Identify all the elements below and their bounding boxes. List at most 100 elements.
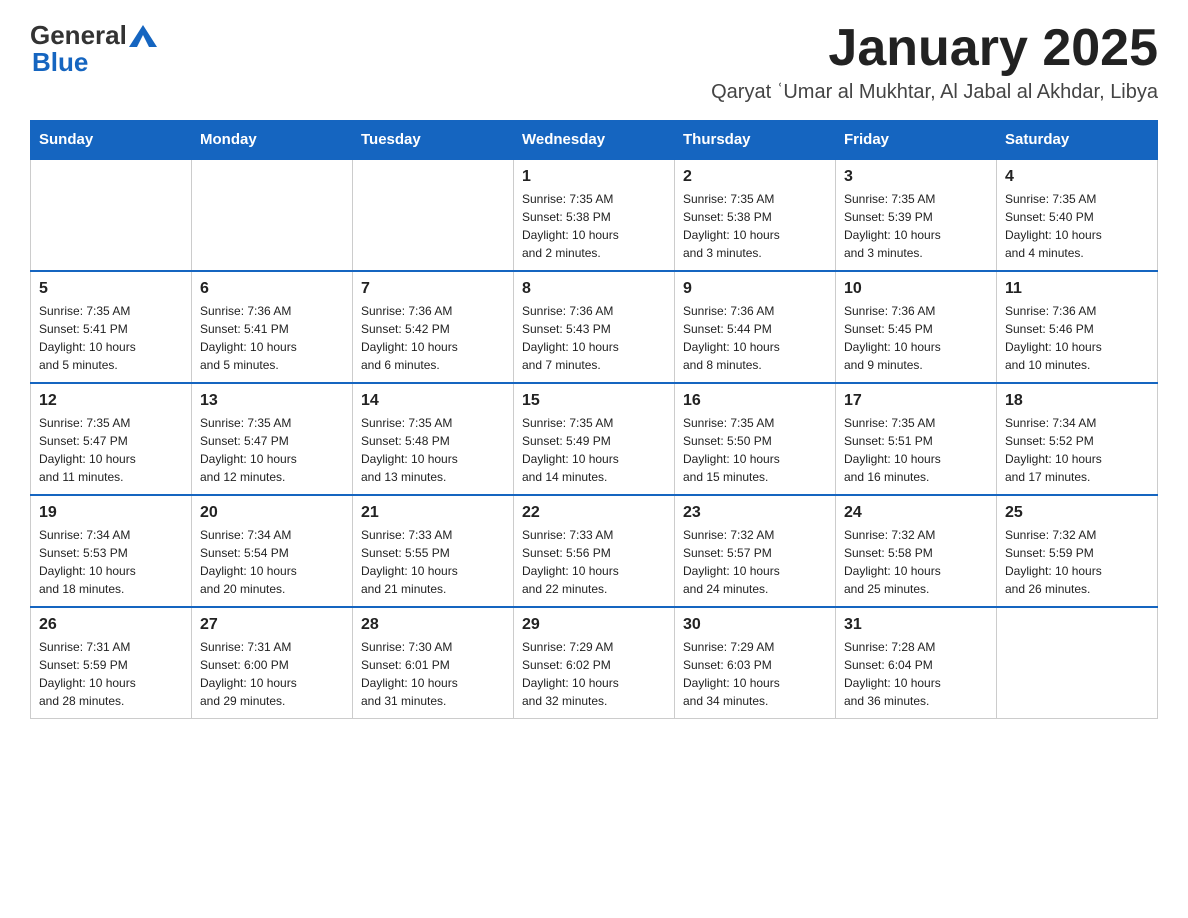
day-cell: 29Sunrise: 7:29 AM Sunset: 6:02 PM Dayli… [514,607,675,719]
day-cell: 14 Sunrise: 7:35 AM Sunset: 5:48 PM Dayli… [353,383,514,495]
col-header-sunday: Sunday [31,121,192,160]
day-number: 17 [844,392,988,410]
logo: General Blue [30,20,159,78]
day-number: 3 [844,168,988,186]
day-cell: 16 Sunrise: 7:35 AM Sunset: 5:50 PM Dayli… [675,383,836,495]
day-cell: 27 Sunrise: 7:31 AM Sunset: 6:00 PM Dayli… [192,607,353,719]
day-cell: 18Sunrise: 7:34 AM Sunset: 5:52 PM Dayli… [997,383,1158,495]
day-info: Sunrise: 7:34 AM Sunset: 5:52 PM Dayligh… [1005,414,1149,486]
day-info: Sunrise: 7:34 AM Sunset: 5:54 PM Dayligh… [200,526,344,598]
day-number: 23 [683,504,827,522]
day-info: Sunrise: 7:35 AM Sunset: 5:39 PM Dayligh… [844,190,988,262]
day-cell: 17 Sunrise: 7:35 AM Sunset: 5:51 PM Dayli… [836,383,997,495]
day-number: 10 [844,280,988,298]
day-cell: 26Sunrise: 7:31 AM Sunset: 5:59 PM Dayli… [31,607,192,719]
header-row: SundayMondayTuesdayWednesdayThursdayFrid… [31,121,1158,160]
day-cell: 2 Sunrise: 7:35 AM Sunset: 5:38 PM Daylig… [675,159,836,271]
day-info: Sunrise: 7:35 AM Sunset: 5:38 PM Dayligh… [522,190,666,262]
day-cell: 3 Sunrise: 7:35 AM Sunset: 5:39 PM Daylig… [836,159,997,271]
day-info: Sunrise: 7:32 AM Sunset: 5:57 PM Dayligh… [683,526,827,598]
day-cell: 6 Sunrise: 7:36 AM Sunset: 5:41 PM Daylig… [192,271,353,383]
day-info: Sunrise: 7:35 AM Sunset: 5:47 PM Dayligh… [39,414,183,486]
col-header-friday: Friday [836,121,997,160]
day-cell: 23 Sunrise: 7:32 AM Sunset: 5:57 PM Dayli… [675,495,836,607]
day-cell [31,159,192,271]
subtitle: Qaryat ʿUmar al Mukhtar, Al Jabal al Akh… [711,81,1158,104]
day-number: 9 [683,280,827,298]
day-cell: 7Sunrise: 7:36 AM Sunset: 5:42 PM Daylig… [353,271,514,383]
day-info: Sunrise: 7:30 AM Sunset: 6:01 PM Dayligh… [361,638,505,710]
day-info: Sunrise: 7:33 AM Sunset: 5:56 PM Dayligh… [522,526,666,598]
day-cell: 9 Sunrise: 7:36 AM Sunset: 5:44 PM Daylig… [675,271,836,383]
day-info: Sunrise: 7:36 AM Sunset: 5:41 PM Dayligh… [200,302,344,374]
day-cell: 20 Sunrise: 7:34 AM Sunset: 5:54 PM Dayli… [192,495,353,607]
day-number: 6 [200,280,344,298]
day-info: Sunrise: 7:31 AM Sunset: 5:59 PM Dayligh… [39,638,183,710]
col-header-saturday: Saturday [997,121,1158,160]
day-cell: 15Sunrise: 7:35 AM Sunset: 5:49 PM Dayli… [514,383,675,495]
day-info: Sunrise: 7:35 AM Sunset: 5:47 PM Dayligh… [200,414,344,486]
day-info: Sunrise: 7:32 AM Sunset: 5:59 PM Dayligh… [1005,526,1149,598]
day-info: Sunrise: 7:36 AM Sunset: 5:46 PM Dayligh… [1005,302,1149,374]
day-cell: 25Sunrise: 7:32 AM Sunset: 5:59 PM Dayli… [997,495,1158,607]
day-info: Sunrise: 7:34 AM Sunset: 5:53 PM Dayligh… [39,526,183,598]
day-info: Sunrise: 7:32 AM Sunset: 5:58 PM Dayligh… [844,526,988,598]
day-info: Sunrise: 7:36 AM Sunset: 5:44 PM Dayligh… [683,302,827,374]
day-info: Sunrise: 7:29 AM Sunset: 6:03 PM Dayligh… [683,638,827,710]
title-area: January 2025 Qaryat ʿUmar al Mukhtar, Al… [711,20,1158,104]
day-number: 8 [522,280,666,298]
day-number: 20 [200,504,344,522]
col-header-thursday: Thursday [675,121,836,160]
day-info: Sunrise: 7:35 AM Sunset: 5:41 PM Dayligh… [39,302,183,374]
week-row-4: 19 Sunrise: 7:34 AM Sunset: 5:53 PM Dayli… [31,495,1158,607]
day-number: 22 [522,504,666,522]
day-info: Sunrise: 7:35 AM Sunset: 5:50 PM Dayligh… [683,414,827,486]
calendar-table: SundayMondayTuesdayWednesdayThursdayFrid… [30,120,1158,719]
day-number: 5 [39,280,183,298]
day-cell: 30 Sunrise: 7:29 AM Sunset: 6:03 PM Dayli… [675,607,836,719]
day-number: 16 [683,392,827,410]
week-row-3: 12Sunrise: 7:35 AM Sunset: 5:47 PM Dayli… [31,383,1158,495]
day-cell: 13 Sunrise: 7:35 AM Sunset: 5:47 PM Dayli… [192,383,353,495]
day-cell: 21 Sunrise: 7:33 AM Sunset: 5:55 PM Dayli… [353,495,514,607]
day-number: 15 [522,392,666,410]
day-info: Sunrise: 7:36 AM Sunset: 5:45 PM Dayligh… [844,302,988,374]
day-number: 31 [844,616,988,634]
day-info: Sunrise: 7:35 AM Sunset: 5:38 PM Dayligh… [683,190,827,262]
day-number: 27 [200,616,344,634]
day-info: Sunrise: 7:29 AM Sunset: 6:02 PM Dayligh… [522,638,666,710]
day-cell: 5 Sunrise: 7:35 AM Sunset: 5:41 PM Daylig… [31,271,192,383]
day-number: 24 [844,504,988,522]
day-cell: 22 Sunrise: 7:33 AM Sunset: 5:56 PM Dayli… [514,495,675,607]
day-info: Sunrise: 7:35 AM Sunset: 5:51 PM Dayligh… [844,414,988,486]
col-header-tuesday: Tuesday [353,121,514,160]
week-row-5: 26Sunrise: 7:31 AM Sunset: 5:59 PM Dayli… [31,607,1158,719]
day-cell: 12Sunrise: 7:35 AM Sunset: 5:47 PM Dayli… [31,383,192,495]
day-info: Sunrise: 7:28 AM Sunset: 6:04 PM Dayligh… [844,638,988,710]
day-info: Sunrise: 7:33 AM Sunset: 5:55 PM Dayligh… [361,526,505,598]
month-title: January 2025 [711,20,1158,77]
day-cell: 24 Sunrise: 7:32 AM Sunset: 5:58 PM Dayli… [836,495,997,607]
day-cell: 19 Sunrise: 7:34 AM Sunset: 5:53 PM Dayli… [31,495,192,607]
day-number: 21 [361,504,505,522]
logo-triangle-icon [129,25,157,47]
day-info: Sunrise: 7:36 AM Sunset: 5:42 PM Dayligh… [361,302,505,374]
day-info: Sunrise: 7:31 AM Sunset: 6:00 PM Dayligh… [200,638,344,710]
day-number: 30 [683,616,827,634]
day-number: 28 [361,616,505,634]
day-cell: 11 Sunrise: 7:36 AM Sunset: 5:46 PM Dayli… [997,271,1158,383]
day-number: 13 [200,392,344,410]
day-number: 14 [361,392,505,410]
day-info: Sunrise: 7:35 AM Sunset: 5:40 PM Dayligh… [1005,190,1149,262]
day-info: Sunrise: 7:36 AM Sunset: 5:43 PM Dayligh… [522,302,666,374]
day-cell: 31 Sunrise: 7:28 AM Sunset: 6:04 PM Dayli… [836,607,997,719]
day-number: 2 [683,168,827,186]
day-number: 19 [39,504,183,522]
day-cell [353,159,514,271]
day-number: 11 [1005,280,1149,298]
day-cell [997,607,1158,719]
day-cell: 1Sunrise: 7:35 AM Sunset: 5:38 PM Daylig… [514,159,675,271]
header: General Blue January 2025 Qaryat ʿUmar a… [30,20,1158,104]
day-cell: 4Sunrise: 7:35 AM Sunset: 5:40 PM Daylig… [997,159,1158,271]
day-info: Sunrise: 7:35 AM Sunset: 5:48 PM Dayligh… [361,414,505,486]
